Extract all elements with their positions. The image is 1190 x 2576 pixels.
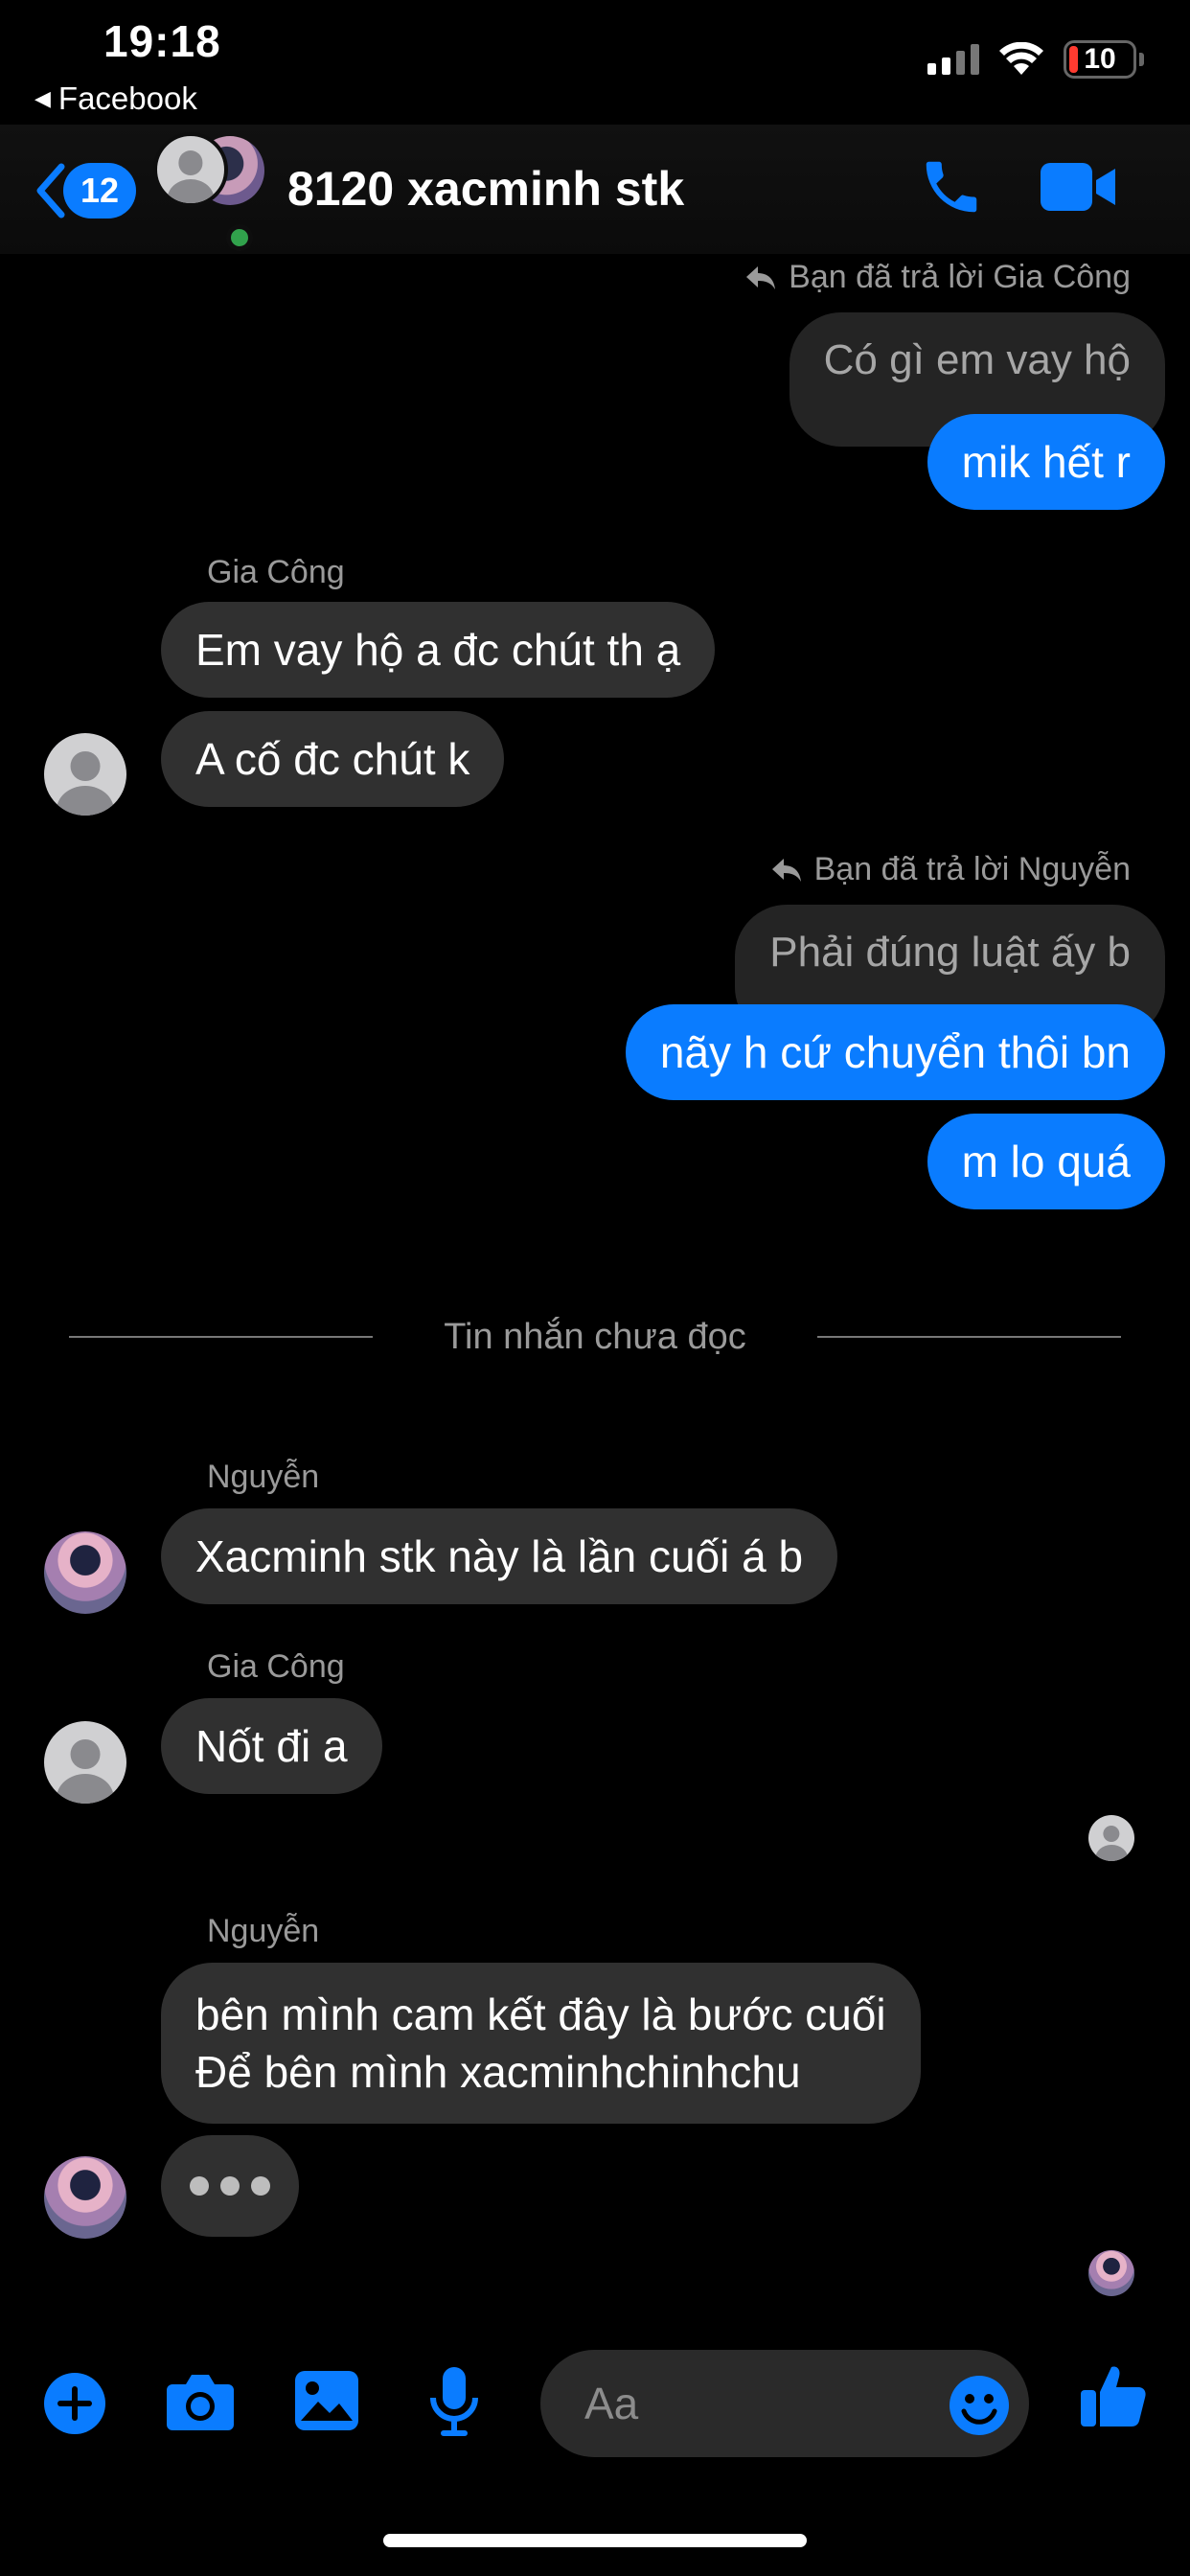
incoming-message[interactable]: Xacminh stk này là lần cuối á b xyxy=(161,1508,838,1604)
camera-icon[interactable] xyxy=(165,2371,236,2432)
seen-receipt-avatar xyxy=(1088,2250,1134,2296)
microphone-icon[interactable] xyxy=(427,2365,481,2438)
reply-arrow-icon xyxy=(746,265,776,289)
status-bar: 19:18 ◀ Facebook 10 xyxy=(0,0,1190,125)
battery-level: 10 xyxy=(1084,43,1116,75)
typing-indicator xyxy=(161,2135,299,2237)
online-status-dot xyxy=(226,224,253,251)
group-avatar[interactable] xyxy=(153,132,270,253)
chat-header: 12 8120 xacminh stk xyxy=(0,125,1190,254)
sender-name: Nguyễn xyxy=(207,1459,320,1495)
message-line: Để bên mình xacminhchinhchu xyxy=(195,2047,801,2097)
back-button[interactable]: 12 xyxy=(34,163,137,218)
status-indicators: 10 xyxy=(927,40,1144,79)
back-triangle-icon: ◀ xyxy=(34,86,51,110)
chat-title[interactable]: 8120 xacminh stk xyxy=(287,161,684,217)
status-time: 19:18 xyxy=(103,16,221,66)
incoming-message[interactable]: Nốt đi a xyxy=(161,1698,382,1794)
wifi-icon xyxy=(999,42,1043,75)
reply-note-text: Bạn đã trả lời Gia Công xyxy=(789,259,1131,295)
back-to-facebook-link[interactable]: ◀ Facebook xyxy=(34,80,197,117)
seen-receipt-avatar xyxy=(1088,1815,1134,1861)
signal-icon xyxy=(927,44,979,75)
sender-avatar[interactable] xyxy=(44,1531,126,1614)
member-avatar-default xyxy=(153,132,228,207)
home-indicator[interactable] xyxy=(383,2534,807,2547)
sender-name: Gia Công xyxy=(207,1648,345,1685)
unread-count-badge: 12 xyxy=(63,163,137,218)
thumbs-up-icon[interactable] xyxy=(1079,2361,1148,2430)
message-input[interactable] xyxy=(584,2350,929,2457)
incoming-message[interactable]: Em vay hộ a đc chút th ạ xyxy=(161,602,716,698)
sender-name: Nguyễn xyxy=(207,1913,320,1949)
incoming-message[interactable]: bên mình cam kết đây là bước cuối Để bên… xyxy=(161,1963,921,2124)
reply-note: Bạn đã trả lời Gia Công xyxy=(744,259,1131,296)
sender-avatar[interactable] xyxy=(44,1721,126,1804)
image-icon[interactable] xyxy=(293,2369,360,2432)
message-line: bên mình cam kết đây là bước cuối xyxy=(195,1990,886,2039)
phone-icon[interactable] xyxy=(918,153,985,220)
plus-icon[interactable] xyxy=(42,2371,107,2436)
message-input-container[interactable] xyxy=(540,2350,1029,2457)
outgoing-message[interactable]: m lo quá xyxy=(927,1114,1165,1209)
message-composer xyxy=(0,2329,1190,2472)
sender-avatar[interactable] xyxy=(44,733,126,816)
sender-avatar[interactable] xyxy=(44,2156,126,2239)
outgoing-message[interactable]: nãy h cứ chuyển thôi bn xyxy=(625,1004,1165,1100)
reply-note-text: Bạn đã trả lời Nguyễn xyxy=(813,851,1131,887)
unread-divider-text: Tin nhắn chưa đọc xyxy=(444,1316,746,1357)
battery-icon: 10 xyxy=(1064,40,1136,79)
sender-name: Gia Công xyxy=(207,554,345,590)
reply-arrow-icon xyxy=(771,858,801,882)
back-chevron-icon xyxy=(36,163,65,218)
incoming-message[interactable]: A cố đc chút k xyxy=(161,711,505,807)
reply-note: Bạn đã trả lời Nguyễn xyxy=(770,851,1131,888)
emoji-icon[interactable] xyxy=(949,2375,1010,2436)
outgoing-message[interactable]: mik hết r xyxy=(927,414,1165,510)
video-camera-icon[interactable] xyxy=(1039,159,1117,215)
unread-divider: Tin nhắn chưa đọc xyxy=(69,1313,1121,1361)
back-app-label: Facebook xyxy=(57,80,197,116)
